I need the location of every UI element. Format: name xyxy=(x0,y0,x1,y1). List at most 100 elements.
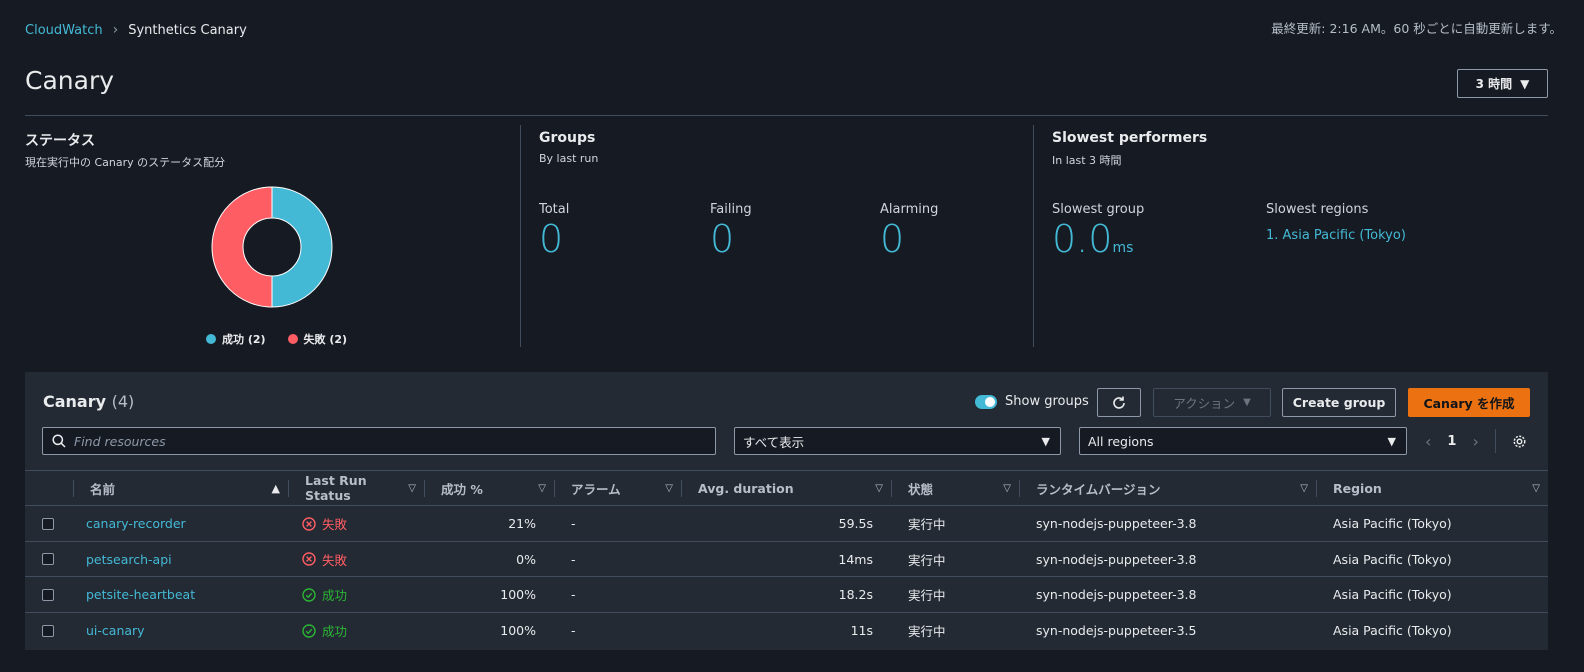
section-divider xyxy=(520,125,521,347)
column-header-last-run-status[interactable]: Last Run Status ▽ xyxy=(288,471,424,505)
current-page-number[interactable]: 1 xyxy=(1447,434,1456,449)
status-section: ステータス 現在実行中の Canary のステータス配分 xyxy=(25,130,225,170)
search-field[interactable] xyxy=(42,427,716,455)
next-page-icon[interactable]: › xyxy=(1472,432,1478,451)
alarm-value: - xyxy=(571,623,576,639)
status-label: 失敗 xyxy=(322,552,348,568)
toggle-switch-icon[interactable] xyxy=(975,394,997,409)
status-succeeded: 成功 xyxy=(302,585,347,604)
canary-name-link[interactable]: canary-recorder xyxy=(86,516,186,531)
slowest-group: Slowest group 0.0ms xyxy=(1052,202,1144,261)
status-succeeded: 成功 xyxy=(302,621,347,640)
column-header-avg-duration[interactable]: Avg. duration ▽ xyxy=(681,471,891,505)
column-header-label: ランタイムバージョン xyxy=(1036,481,1161,497)
show-groups-toggle[interactable]: Show groups xyxy=(975,394,1089,409)
sort-icon: ▽ xyxy=(665,482,673,494)
slowest-region-link[interactable]: 1. Asia Pacific (Tokyo) xyxy=(1266,228,1406,243)
column-header-label: 状態 xyxy=(908,481,934,497)
error-circle-icon xyxy=(302,552,316,566)
avg-duration: 14ms xyxy=(838,551,873,567)
sort-icon: ▽ xyxy=(875,482,883,494)
refresh-button[interactable] xyxy=(1097,388,1141,417)
slowest-subtitle: In last 3 時間 xyxy=(1052,154,1122,167)
status-cell: 失敗 xyxy=(302,506,347,541)
column-header-label: Last Run Status xyxy=(305,473,367,503)
caret-down-icon: ▼ xyxy=(1243,397,1251,408)
column-header-alarm[interactable]: アラーム ▽ xyxy=(554,471,681,505)
settings-gear-icon[interactable] xyxy=(1512,434,1527,449)
metric-total: Total 0 xyxy=(539,202,569,261)
column-header-region[interactable]: Region ▽ xyxy=(1316,471,1548,505)
row-checkbox[interactable] xyxy=(42,624,54,637)
panel-title: Canary (4) xyxy=(43,392,134,411)
region-value: Asia Pacific (Tokyo) xyxy=(1333,516,1452,531)
column-header-name[interactable]: 名前 ▲ xyxy=(73,471,288,505)
runtime-version: syn-nodejs-puppeteer-3.8 xyxy=(1036,587,1197,603)
caret-down-icon: ▼ xyxy=(1387,434,1396,448)
caret-down-icon: ▼ xyxy=(1520,76,1530,91)
previous-page-icon[interactable]: ‹ xyxy=(1425,432,1431,451)
groups-section: Groups By last run xyxy=(539,130,598,165)
success-check-icon xyxy=(302,623,316,638)
time-range-button[interactable]: 3 時間 ▼ xyxy=(1457,69,1548,98)
status-label: 失敗 xyxy=(322,517,348,532)
column-header-success[interactable]: 成功 % ▽ xyxy=(424,471,554,505)
slowest-group-value: 0.0 xyxy=(1052,217,1113,261)
create-canary-button[interactable]: Canary を作成 xyxy=(1408,388,1530,417)
actions-button[interactable]: アクション ▼ xyxy=(1153,388,1271,417)
chevron-right-icon: › xyxy=(112,22,119,38)
table-row: petsite-heartbeat 成功 100% - 18.2s 実行中 sy… xyxy=(25,577,1548,614)
table-row: petsearch-api 失敗 0% - 14ms 実行中 syn-nodej… xyxy=(25,542,1548,578)
section-divider xyxy=(1033,125,1034,347)
page-title: Canary xyxy=(25,66,115,95)
avg-duration: 59.5s xyxy=(838,516,873,531)
region-value: Asia Pacific (Tokyo) xyxy=(1333,587,1452,603)
canary-name-link[interactable]: petsearch-api xyxy=(86,552,172,567)
canary-name-link[interactable]: petsite-heartbeat xyxy=(86,587,195,602)
region-select[interactable]: All regions ▼ xyxy=(1079,427,1407,455)
create-group-button[interactable]: Create group xyxy=(1282,388,1396,417)
row-select-cell xyxy=(42,613,54,648)
table-body: canary-recorder 失敗 21% - 59.5s 実行中 syn-n… xyxy=(25,506,1548,649)
metric-total-label: Total xyxy=(539,202,570,217)
runtime-version: syn-nodejs-puppeteer-3.8 xyxy=(1036,516,1197,531)
refresh-icon xyxy=(1113,396,1125,409)
status-label: 成功 xyxy=(322,588,348,604)
breadcrumb-current: Synthetics Canary xyxy=(128,22,247,38)
row-checkbox[interactable] xyxy=(42,588,54,601)
show-groups-label: Show groups xyxy=(1005,394,1089,409)
column-header-state[interactable]: 状態 ▽ xyxy=(891,471,1019,505)
search-input[interactable] xyxy=(74,433,674,449)
column-header-runtime[interactable]: ランタイムバージョン ▽ xyxy=(1019,471,1316,505)
row-checkbox[interactable] xyxy=(42,553,54,566)
metric-total-value: 0 xyxy=(539,217,564,261)
slowest-group-unit: ms xyxy=(1112,240,1134,256)
header-divider xyxy=(25,115,1548,116)
status-cell: 失敗 xyxy=(302,542,347,577)
slowest-regions: Slowest regions 1. Asia Pacific (Tokyo) xyxy=(1266,202,1406,243)
state-value: 実行中 xyxy=(908,624,946,640)
region-value: Asia Pacific (Tokyo) xyxy=(1333,623,1452,639)
row-select-cell xyxy=(42,506,54,541)
canary-name-link[interactable]: ui-canary xyxy=(86,623,145,638)
avg-duration: 11s xyxy=(850,623,873,639)
sort-ascending-icon: ▲ xyxy=(271,481,280,495)
row-select-cell xyxy=(42,542,54,577)
error-circle-icon xyxy=(302,516,316,531)
canary-panel: Canary (4) Show groups アクション ▼ Create gr… xyxy=(25,372,1548,650)
status-title: ステータス xyxy=(25,133,95,149)
table-row: ui-canary 成功 100% - 11s 実行中 syn-nodejs-p… xyxy=(25,613,1548,649)
column-header-label: アラーム xyxy=(571,481,621,497)
pager-divider xyxy=(1494,429,1496,453)
alarm-value: - xyxy=(571,587,576,603)
alarm-value: - xyxy=(571,516,576,531)
row-checkbox[interactable] xyxy=(42,517,54,530)
filter-select[interactable]: すべて表示 ▼ xyxy=(734,427,1061,455)
slowest-group-label: Slowest group xyxy=(1052,202,1145,217)
column-header-label: 成功 % xyxy=(441,481,483,497)
status-legend: 成功 (2) 失敗 (2) xyxy=(206,331,347,347)
runtime-version: syn-nodejs-puppeteer-3.8 xyxy=(1036,551,1197,567)
panel-count: (4) xyxy=(111,392,135,411)
breadcrumb-cloudwatch-link[interactable]: CloudWatch xyxy=(25,23,103,38)
row-select-cell xyxy=(42,577,54,612)
